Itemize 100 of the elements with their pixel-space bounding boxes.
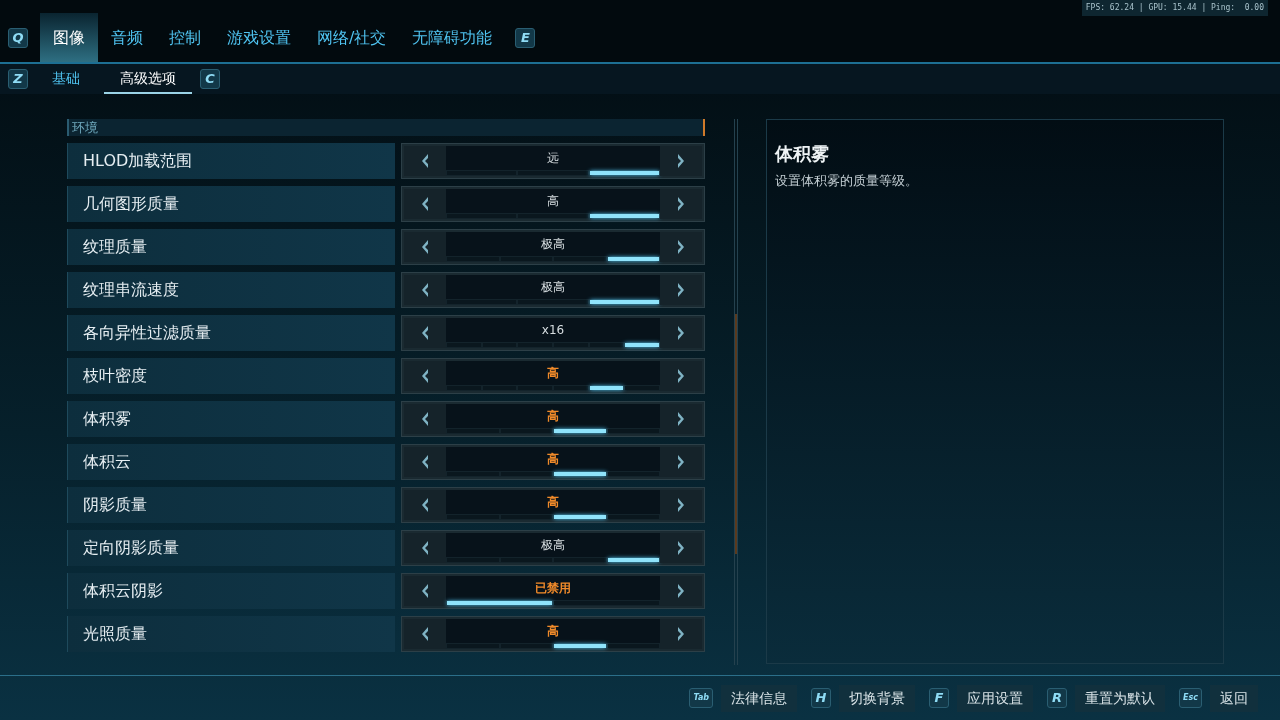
- option-value: 高: [546, 623, 560, 640]
- chevron-right-icon: [676, 196, 686, 212]
- option-selector[interactable]: x16: [401, 315, 705, 351]
- chevron-left-icon: [420, 368, 430, 384]
- option-selector[interactable]: 极高: [401, 530, 705, 566]
- option-selector[interactable]: 已禁用: [401, 573, 705, 609]
- setting-label: 纹理串流速度: [67, 272, 395, 308]
- key-hint: Esc: [1179, 688, 1202, 708]
- chevron-left-icon: [420, 626, 430, 642]
- footer-action-button[interactable]: 重置为默认: [1075, 684, 1166, 712]
- next-button[interactable]: [660, 189, 702, 219]
- chevron-right-icon: [676, 626, 686, 642]
- previous-button[interactable]: [404, 576, 446, 606]
- option-value: 高: [546, 494, 560, 511]
- previous-button[interactable]: [404, 318, 446, 348]
- scrollbar-thumb[interactable]: [734, 314, 737, 554]
- next-button[interactable]: [660, 318, 702, 348]
- previous-button[interactable]: [404, 404, 446, 434]
- previous-button[interactable]: [404, 275, 446, 305]
- option-value: 远: [546, 150, 560, 167]
- option-value: 高: [546, 193, 560, 210]
- key-hint: Tab: [689, 688, 714, 708]
- next-button[interactable]: [660, 447, 702, 477]
- option-value: 已禁用: [534, 580, 572, 597]
- chevron-left-icon: [420, 454, 430, 470]
- footer-action-button[interactable]: 返回: [1210, 684, 1258, 712]
- footer-action-button[interactable]: 法律信息: [721, 684, 798, 712]
- tab[interactable]: 音频: [98, 13, 156, 62]
- previous-button[interactable]: [404, 533, 446, 563]
- tab[interactable]: 网络/社交: [304, 13, 400, 62]
- chevron-left-icon: [420, 153, 430, 169]
- next-button[interactable]: [660, 490, 702, 520]
- tab[interactable]: 游戏设置: [214, 13, 304, 62]
- detail-description: 设置体积雾的质量等级。: [775, 172, 919, 190]
- setting-label: 光照质量: [67, 616, 395, 652]
- option-selector[interactable]: 高: [401, 401, 705, 437]
- setting-label: 体积云阴影: [67, 573, 395, 609]
- chevron-left-icon: [420, 583, 430, 599]
- chevron-left-icon: [420, 325, 430, 341]
- option-selector[interactable]: 远: [401, 143, 705, 179]
- option-value: 极高: [540, 279, 566, 296]
- setting-label: 纹理质量: [67, 229, 395, 265]
- key-hint: F: [929, 688, 950, 708]
- chevron-right-icon: [676, 411, 686, 427]
- option-selector[interactable]: 高: [401, 444, 705, 480]
- next-button[interactable]: [660, 275, 702, 305]
- key-hint: H: [811, 688, 832, 708]
- chevron-left-icon: [420, 411, 430, 427]
- chevron-left-icon: [420, 282, 430, 298]
- option-selector[interactable]: 极高: [401, 272, 705, 308]
- next-button[interactable]: [660, 232, 702, 262]
- footer-action-button[interactable]: 应用设置: [957, 684, 1034, 712]
- setting-label: 体积雾: [67, 401, 395, 437]
- setting-label: 阴影质量: [67, 487, 395, 523]
- next-button[interactable]: [660, 361, 702, 391]
- chevron-left-icon: [420, 540, 430, 556]
- subtab[interactable]: 高级选项: [104, 64, 192, 94]
- setting-label: 各向异性过滤质量: [67, 315, 395, 351]
- option-selector[interactable]: 极高: [401, 229, 705, 265]
- option-selector[interactable]: 高: [401, 487, 705, 523]
- previous-button[interactable]: [404, 490, 446, 520]
- stats-overlay: FPS: 62.24 | GPU: 15.44 | Ping: 0.00: [1081, 0, 1268, 16]
- next-button[interactable]: [660, 404, 702, 434]
- next-button[interactable]: [660, 533, 702, 563]
- previous-button[interactable]: [404, 619, 446, 649]
- tab[interactable]: 无障碍功能: [399, 13, 506, 62]
- chevron-right-icon: [676, 454, 686, 470]
- chevron-left-icon: [420, 497, 430, 513]
- option-value: 高: [546, 451, 560, 468]
- option-selector[interactable]: 高: [401, 616, 705, 652]
- previous-button[interactable]: [404, 146, 446, 176]
- key-hint: E: [515, 27, 536, 48]
- previous-button[interactable]: [404, 189, 446, 219]
- setting-label: HLOD加载范围: [67, 143, 395, 179]
- option-value: 极高: [540, 537, 566, 554]
- key-hint: R: [1047, 688, 1068, 708]
- option-selector[interactable]: 高: [401, 186, 705, 222]
- chevron-left-icon: [420, 196, 430, 212]
- previous-button[interactable]: [404, 232, 446, 262]
- setting-label: 体积云: [67, 444, 395, 480]
- previous-button[interactable]: [404, 447, 446, 477]
- footer-action-button[interactable]: 切换背景: [839, 684, 916, 712]
- chevron-right-icon: [676, 282, 686, 298]
- subtab[interactable]: 基础: [36, 64, 96, 94]
- option-value: x16: [540, 322, 566, 339]
- next-button[interactable]: [660, 576, 702, 606]
- next-button[interactable]: [660, 146, 702, 176]
- chevron-left-icon: [420, 239, 430, 255]
- option-selector[interactable]: 高: [401, 358, 705, 394]
- chevron-right-icon: [676, 325, 686, 341]
- key-hint: Q: [8, 27, 28, 48]
- tab[interactable]: 控制: [156, 13, 214, 62]
- option-value: 极高: [540, 236, 566, 253]
- previous-button[interactable]: [404, 361, 446, 391]
- chevron-right-icon: [676, 540, 686, 556]
- scrollbar[interactable]: [733, 119, 738, 665]
- section-header: 环境: [67, 119, 705, 136]
- tab[interactable]: 图像: [40, 13, 98, 62]
- setting-label: 枝叶密度: [67, 358, 395, 394]
- next-button[interactable]: [660, 619, 702, 649]
